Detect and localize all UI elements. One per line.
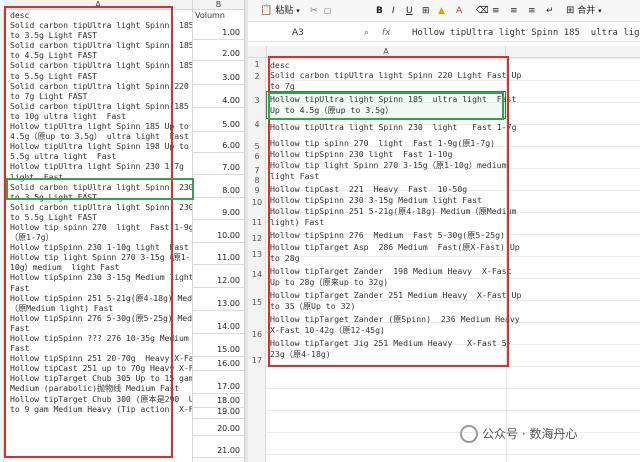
row-number[interactable]: 10 [248,198,266,207]
fx-icon[interactable]: fx [382,28,391,38]
volume-cell[interactable]: 4.00 [222,96,240,105]
merge-icon: ⊞ [566,5,575,16]
volume-cell[interactable]: 13.00 [217,299,240,308]
volume-cell[interactable]: 6.00 [222,141,240,150]
formula-bar-icons: ⌕ fx [364,27,390,40]
volumn-header-cell[interactable]: Volumn [195,11,225,20]
paste-label: 粘贴 [275,6,294,16]
border-icon[interactable]: ⊞ [422,3,430,19]
volume-cell[interactable]: 10.00 [217,231,240,240]
fill-color-icon[interactable]: ▲ [438,3,445,19]
volume-cell[interactable]: 5.00 [222,120,240,129]
row-number[interactable]: 11 [248,218,266,227]
row-number[interactable]: 8 [248,176,266,185]
volume-cell[interactable]: 2.00 [222,49,240,58]
ribbon-toolbar: 📋 粘贴 ▾ ✂ ▢ B I U ⊞ ▲ A ⌫ ≡ ≡ ≡ ↵ ⊞ 合并 ▾ [248,0,640,22]
watermark: 公众号 · 数海丹心 [460,422,640,446]
chevron-down-icon[interactable]: ▾ [296,7,300,15]
row-number[interactable]: 12 [248,234,266,243]
chevron-down-icon[interactable]: ▾ [598,7,602,15]
row-number[interactable]: 4 [248,120,266,129]
cut-icon[interactable]: ✂ [310,3,318,19]
row-number[interactable]: 3 [248,96,266,105]
left-spreadsheet: A B desc Solid carbon tipUltra light Spin… [0,0,248,462]
name-box[interactable]: A3 [262,27,354,40]
italic-icon[interactable]: I [392,3,395,19]
underline-icon[interactable]: U [406,3,413,19]
volume-cell[interactable]: 8.00 [222,186,240,195]
volume-cell[interactable]: 3.00 [222,73,240,82]
row-number[interactable]: 9 [248,186,266,195]
row-number[interactable]: 1 [248,60,266,69]
row-number[interactable]: 17 [248,356,266,365]
volumn-column[interactable]: Volumn 1.00 2.00 3.00 4.00 5.00 6.00 7.00 8.00 9… [192,10,245,462]
volume-cell[interactable]: 1.00 [222,28,240,37]
formula-bar: A3 ⌕ fx Hollow tipUltra light Spinn 185 … [248,24,640,42]
row-number[interactable]: 13 [248,250,266,259]
volume-cell[interactable]: 21.00 [217,446,240,455]
volume-cell[interactable]: 12.00 [217,276,240,285]
paste-button[interactable]: 📋 粘贴 ▾ [260,3,300,19]
font-color-icon[interactable]: A [456,3,462,19]
font-name-dropdown[interactable]: ▢ [324,3,332,19]
merge-cells-button[interactable]: ⊞ 合并 ▾ [566,3,602,19]
volume-cell[interactable]: 19.00 [217,407,240,416]
column-b-header[interactable]: B [192,0,244,10]
merge-label: 合并 [577,6,596,16]
row-number[interactable]: 7 [248,166,266,175]
wechat-icon [460,424,478,443]
volume-cell[interactable]: 16.00 [217,359,240,368]
clipboard-icon: 📋 [260,5,273,16]
green-highlight-box-right [268,92,504,120]
red-highlight-box [4,6,173,458]
volume-cell[interactable]: 20.00 [217,424,240,433]
row-number[interactable]: 6 [248,152,266,161]
row-number[interactable]: 14 [248,270,266,279]
row-number[interactable]: 5 [248,142,266,151]
volume-cell[interactable]: 7.00 [222,163,240,172]
align-left-icon[interactable]: ≡ [492,3,500,19]
zoom-icon[interactable]: ⌕ [364,28,369,38]
volume-cell[interactable]: 14.00 [217,322,240,331]
bold-icon[interactable]: B [376,3,383,19]
formula-content[interactable]: Hollow tipUltra light Spinn 185 ultra li… [412,26,640,40]
volume-cell[interactable]: 17.00 [217,382,240,391]
align-right-icon[interactable]: ≡ [528,3,536,19]
wrap-text-icon[interactable]: ↵ [546,3,554,19]
volume-cell[interactable]: 15.00 [217,345,240,354]
watermark-text: 公众号 · 数海丹心 [482,427,578,441]
volume-cell[interactable]: 9.00 [222,208,240,217]
align-center-icon[interactable]: ≡ [510,3,518,19]
row-number[interactable]: 16 [248,330,266,339]
volume-cell[interactable]: 18.00 [217,396,240,405]
green-highlight-box [6,178,194,200]
clear-format-icon[interactable]: ⌫ [476,3,489,19]
row-number[interactable]: 2 [248,72,266,81]
row-header-column: 1 2 3 4 5 6 7 8 9 10 11 12 13 14 15 16 17 [248,58,266,462]
volume-cell[interactable]: 11.00 [217,253,240,262]
row-number[interactable]: 15 [248,298,266,307]
